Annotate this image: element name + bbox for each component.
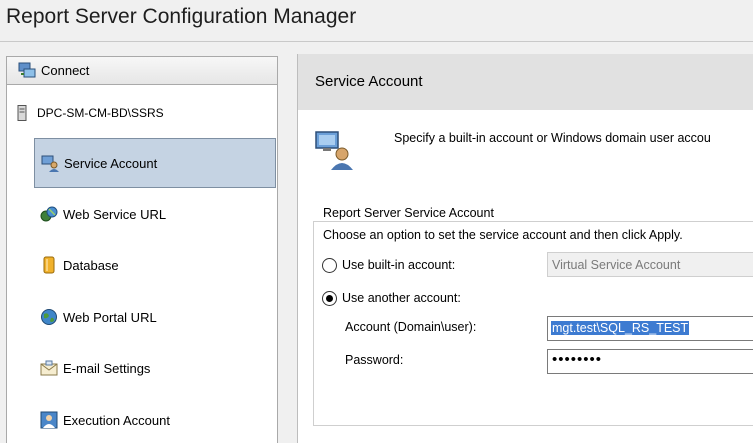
server-name: DPC-SM-CM-BD\SSRS [37, 106, 164, 120]
password-input-value: •••••••• [552, 351, 603, 368]
connect-icon [18, 62, 36, 78]
connect-label: Connect [41, 63, 90, 78]
connect-button[interactable]: Connect [7, 57, 277, 85]
nav-item-label: Execution Account [63, 413, 170, 428]
account-input[interactable]: mgt.test\SQL_RS_TEST [547, 316, 753, 341]
builtin-account-select[interactable]: Virtual Service Account [547, 252, 753, 277]
nav-item-service-account[interactable]: Service Account [34, 138, 276, 188]
execution-account-icon [40, 411, 58, 429]
nav-item-label: Database [63, 258, 119, 273]
account-field-label: Account (Domain\user): [345, 320, 477, 334]
builtin-account-value: Virtual Service Account [552, 258, 681, 272]
service-account-panel: Service Account Specify a built-in accou… [297, 54, 753, 443]
another-account-radio[interactable] [322, 291, 337, 306]
nav-item-email-settings[interactable]: E-mail Settings [34, 344, 276, 394]
service-account-large-icon [315, 131, 353, 170]
window-title: Report Server Configuration Manager [6, 5, 357, 28]
groupbox-instructions: Choose an option to set the service acco… [323, 228, 683, 242]
account-input-value: mgt.test\SQL_RS_TEST [551, 321, 690, 335]
web-service-url-icon [40, 206, 58, 222]
database-icon [43, 256, 55, 274]
password-field-label: Password: [345, 353, 404, 367]
panel-description: Specify a built-in account or Windows do… [394, 131, 711, 145]
service-account-icon [41, 155, 59, 172]
title-bar: Report Server Configuration Manager [0, 0, 753, 42]
nav-item-label: Web Service URL [63, 207, 167, 222]
another-account-label[interactable]: Use another account: [342, 291, 461, 305]
builtin-account-radio[interactable] [322, 258, 337, 273]
panel-title: Service Account [315, 73, 423, 90]
server-icon [17, 105, 27, 121]
nav-item-database[interactable]: Database [34, 241, 276, 291]
password-input[interactable]: •••••••• [547, 349, 753, 374]
nav-item-web-portal-url[interactable]: Web Portal URL [34, 293, 276, 343]
web-portal-url-icon [41, 309, 57, 325]
navigation-pane: Connect DPC-SM-CM-BD\SSRS Service Accoun… [6, 56, 278, 443]
nav-item-label: Service Account [64, 156, 158, 171]
nav-item-web-service-url[interactable]: Web Service URL [34, 190, 276, 240]
email-settings-icon [40, 360, 58, 376]
groupbox-legend: Report Server Service Account [320, 206, 497, 220]
nav-item-label: E-mail Settings [63, 361, 151, 376]
nav-item-execution-account[interactable]: Execution Account [34, 396, 276, 443]
nav-item-label: Web Portal URL [63, 310, 157, 325]
builtin-account-label[interactable]: Use built-in account: [342, 258, 455, 272]
panel-header: Service Account [298, 54, 753, 110]
